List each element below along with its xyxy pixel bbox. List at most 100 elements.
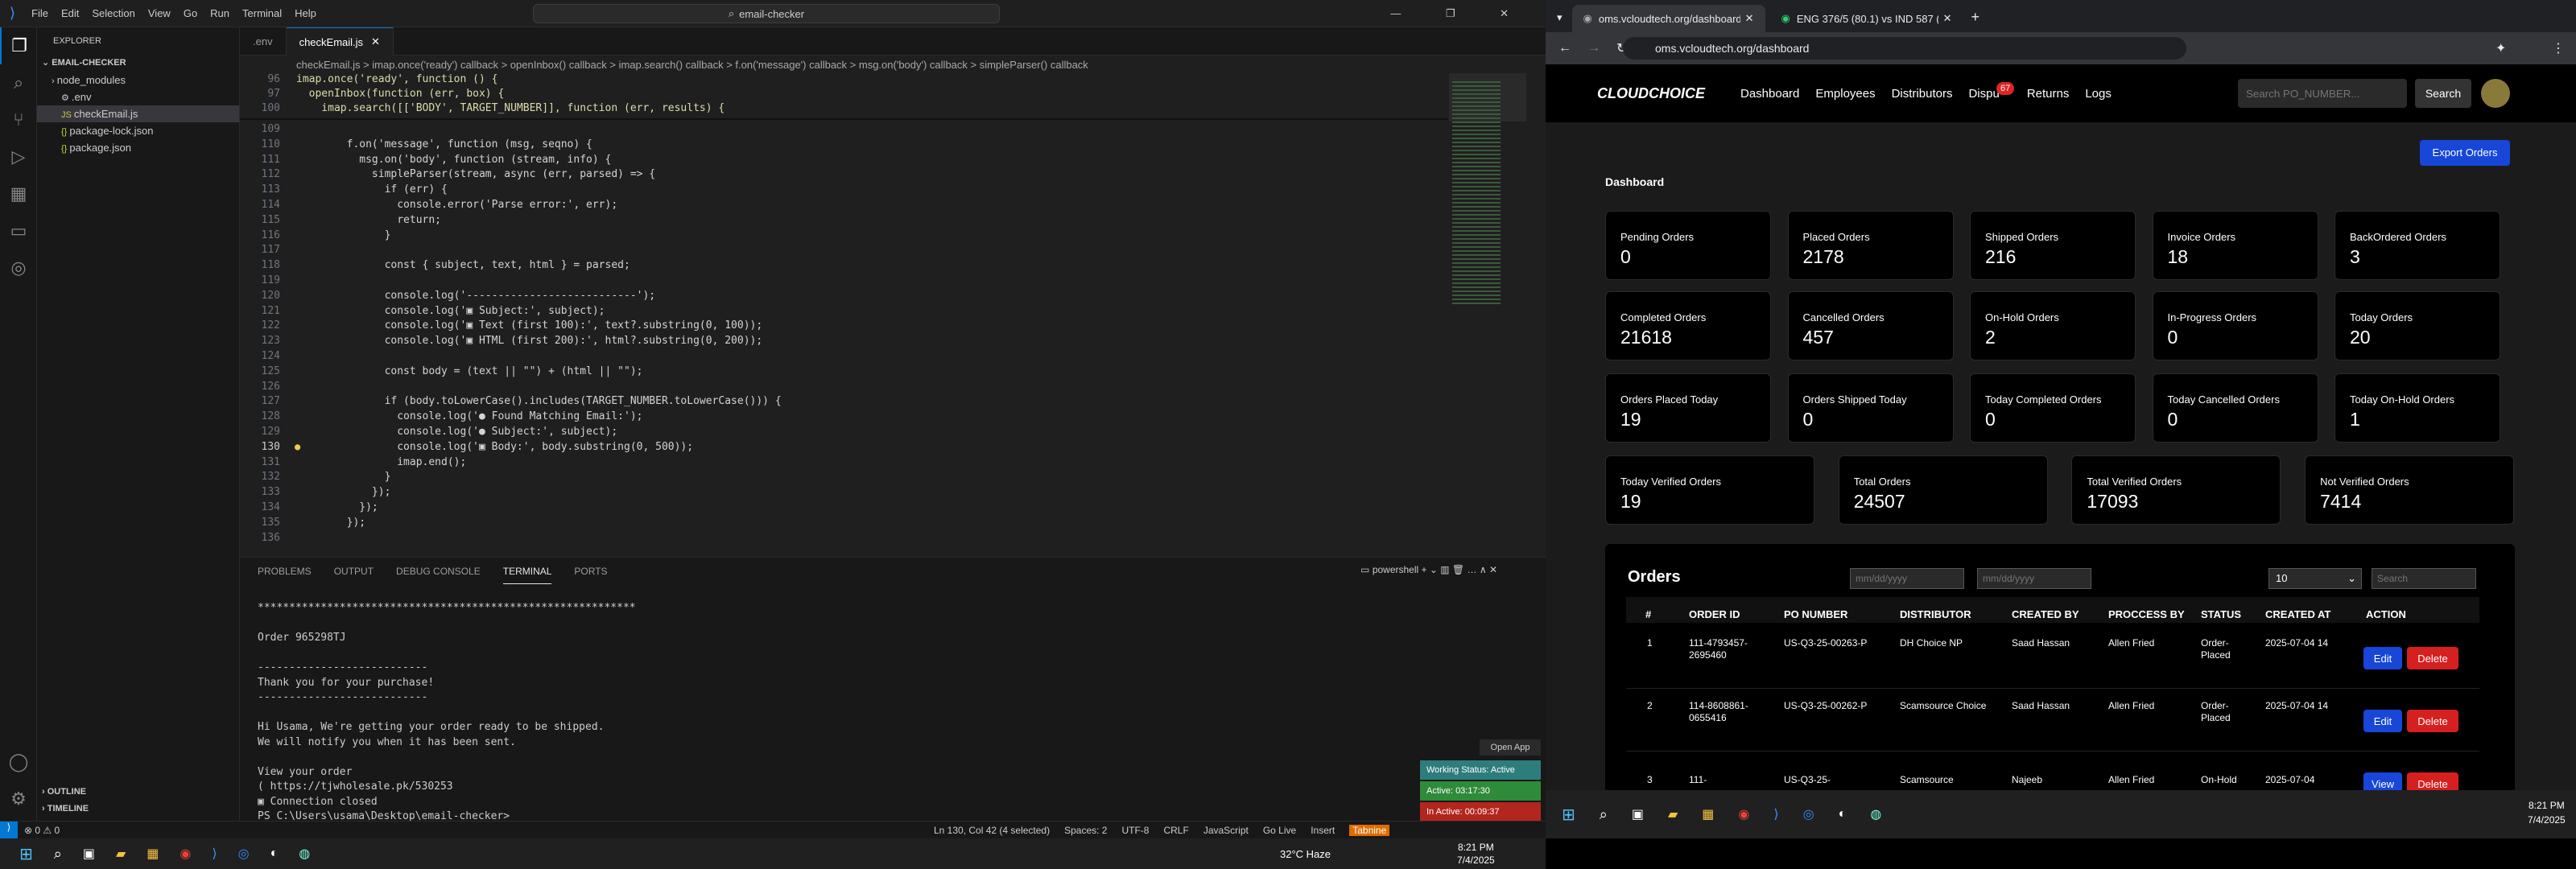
user-avatar[interactable] bbox=[2481, 79, 2510, 108]
lightbulb-icon[interactable]: ● bbox=[295, 441, 300, 452]
status-item[interactable]: Go Live bbox=[1263, 825, 1296, 836]
windows-start-icon[interactable]: ⊞ bbox=[19, 844, 33, 864]
problems-count[interactable]: ⊗ 0 ⚠ 0 bbox=[24, 825, 60, 836]
menu-run[interactable]: Run bbox=[210, 7, 229, 19]
clock-2[interactable]: 8:21 PM 7/4/2025 bbox=[2528, 798, 2566, 827]
task-view-icon[interactable]: ▣ bbox=[83, 846, 95, 862]
tab-search-icon[interactable]: ▾ bbox=[1557, 11, 1563, 24]
page-size-select[interactable]: 10 ⌄ bbox=[2268, 568, 2362, 589]
menu-selection[interactable]: Selection bbox=[92, 7, 134, 19]
taskbar-search-icon[interactable]: ⌕ bbox=[1600, 806, 1608, 823]
back-icon[interactable]: ← bbox=[1558, 41, 1571, 56]
menu-edit[interactable]: Edit bbox=[61, 7, 79, 19]
clock[interactable]: 8:21 PM 7/4/2025 bbox=[1457, 841, 1495, 867]
command-center[interactable]: ⌕ email-checker bbox=[533, 4, 1000, 23]
panel-tab-output[interactable]: OUTPUT bbox=[334, 559, 374, 583]
nav-dispu[interactable]: Dispu bbox=[1968, 87, 1999, 101]
breadcrumb[interactable]: checkEmail.js > imap.once('ready') callb… bbox=[240, 56, 1546, 73]
status-item[interactable]: Ln 130, Col 42 (4 selected) bbox=[934, 825, 1050, 836]
search-icon[interactable]: ⌕ bbox=[0, 64, 37, 101]
new-tab-icon[interactable]: + bbox=[1971, 9, 1980, 26]
menu-view[interactable]: View bbox=[148, 7, 171, 19]
panel-tab-debug-console[interactable]: DEBUG CONSOLE bbox=[396, 559, 481, 583]
extensions-icon[interactable]: ▦ bbox=[0, 175, 37, 212]
run-debug-icon[interactable]: ▷ bbox=[0, 138, 37, 175]
close-icon[interactable]: ✕ bbox=[1943, 12, 1952, 25]
copilot-icon[interactable]: ◎ bbox=[0, 249, 37, 286]
weather[interactable]: 32°C Haze bbox=[1280, 848, 1331, 860]
file-item[interactable]: › node_modules bbox=[37, 72, 239, 89]
settings-gear-icon[interactable]: ⚙ bbox=[0, 780, 37, 818]
menu-file[interactable]: File bbox=[31, 7, 48, 19]
status-item[interactable]: CRLF bbox=[1163, 825, 1188, 836]
browser-tab[interactable]: ◉ oms.vcloudtech.org/dashboard ✕ bbox=[1571, 5, 1765, 32]
outline-section[interactable]: › OUTLINE bbox=[42, 784, 86, 801]
remote-indicator-icon[interactable]: ⟩ bbox=[0, 821, 18, 839]
windows-start-icon[interactable]: ⊞ bbox=[1562, 805, 1575, 825]
vscode-taskbar-icon[interactable]: ⟩ bbox=[1773, 806, 1778, 822]
extensions-puzzle-icon[interactable]: ✦ bbox=[2496, 40, 2506, 56]
panel-tab-problems[interactable]: PROBLEMS bbox=[258, 559, 312, 583]
row-delete-button[interactable]: Delete bbox=[2407, 710, 2458, 732]
row-edit-button[interactable]: Edit bbox=[2363, 647, 2402, 669]
status-item[interactable]: Spaces: 2 bbox=[1064, 825, 1107, 836]
nav-employees[interactable]: Employees bbox=[1815, 87, 1875, 101]
panel-tab-terminal[interactable]: TERMINAL bbox=[502, 559, 552, 584]
window-controls[interactable]: — ❐ ✕ bbox=[1390, 7, 1530, 20]
forward-icon[interactable]: → bbox=[1587, 41, 1600, 56]
file-item[interactable]: {} package.json bbox=[37, 139, 239, 156]
file-item[interactable]: ⚙ .env bbox=[37, 89, 239, 105]
vscode-taskbar-icon[interactable]: ⟩ bbox=[212, 846, 217, 862]
nav-logs[interactable]: Logs bbox=[2085, 87, 2112, 101]
chrome-icon[interactable]: ◉ bbox=[1738, 806, 1749, 822]
row-edit-button[interactable]: Edit bbox=[2363, 710, 2402, 732]
project-folder[interactable]: ⌄ EMAIL-CHECKER bbox=[37, 55, 239, 72]
open-app-button[interactable]: Open App bbox=[1480, 739, 1541, 756]
row-delete-button[interactable]: Delete bbox=[2407, 647, 2458, 669]
browser-tab[interactable]: ◉ ENG 376/5 (80.1) vs IND 587 (... ✕ bbox=[1770, 5, 1963, 32]
close-icon[interactable]: ✕ bbox=[1745, 12, 1754, 25]
url-bar[interactable]: oms.vcloudtech.org/dashboard bbox=[1623, 37, 2186, 60]
zoom-icon[interactable]: ◎ bbox=[238, 846, 250, 862]
source-control-icon[interactable]: ⑂ bbox=[0, 101, 37, 138]
file-explorer-icon[interactable]: ▰ bbox=[116, 846, 126, 862]
terminal-shell[interactable]: ▭ powershell + ⌄ ▥ 🗑 … ∧ ✕ bbox=[1360, 564, 1497, 575]
timeline-section[interactable]: › TIMELINE bbox=[42, 801, 89, 818]
app2-icon[interactable]: ◍ bbox=[299, 846, 310, 862]
browser-menu-icon[interactable]: ⋮ bbox=[2552, 40, 2565, 56]
nav-distributors[interactable]: Distributors bbox=[1892, 87, 1953, 101]
status-item[interactable]: Tabnine bbox=[1349, 824, 1390, 836]
app2-icon[interactable]: ◍ bbox=[1870, 806, 1881, 822]
po-search-input[interactable] bbox=[2238, 79, 2407, 108]
app-icon[interactable]: ◐ bbox=[1839, 807, 1847, 822]
store-icon[interactable]: ▦ bbox=[1702, 806, 1714, 822]
app-icon[interactable]: ◐ bbox=[270, 846, 279, 861]
minimap[interactable] bbox=[1447, 73, 1528, 556]
terminal-output[interactable]: ****************************************… bbox=[258, 601, 636, 825]
menu-terminal[interactable]: Terminal bbox=[242, 7, 282, 19]
remote-icon[interactable]: ▭ bbox=[0, 212, 37, 249]
account-icon[interactable]: ◯ bbox=[0, 743, 37, 780]
table-search-input[interactable] bbox=[2372, 568, 2476, 589]
brand-logo[interactable]: CLOUDCHOICE bbox=[1597, 85, 1726, 102]
editor-tab[interactable]: .env bbox=[240, 27, 287, 56]
menu-go[interactable]: Go bbox=[184, 7, 197, 19]
nav-dashboard[interactable]: Dashboard bbox=[1740, 87, 1799, 101]
panel-tab-ports[interactable]: PORTS bbox=[574, 559, 607, 583]
date-from-input[interactable] bbox=[1850, 568, 1964, 589]
code-editor[interactable]: 96 imap.once('ready', function () {97 ope… bbox=[240, 73, 1447, 556]
explorer-icon[interactable]: ❐ bbox=[0, 27, 37, 64]
notification-badge[interactable]: 67 bbox=[1996, 82, 2015, 95]
status-item[interactable]: Insert bbox=[1311, 825, 1335, 836]
file-explorer-icon[interactable]: ▰ bbox=[1668, 806, 1678, 822]
store-icon[interactable]: ▦ bbox=[147, 846, 159, 862]
search-button[interactable]: Search bbox=[2415, 79, 2471, 108]
close-icon[interactable]: ✕ bbox=[371, 35, 380, 48]
status-item[interactable]: UTF-8 bbox=[1121, 825, 1149, 836]
editor-tab[interactable]: checkEmail.js ✕ bbox=[286, 27, 394, 56]
task-view-icon[interactable]: ▣ bbox=[1632, 806, 1644, 822]
export-orders-button[interactable]: Export Orders bbox=[2420, 140, 2510, 166]
menu-help[interactable]: Help bbox=[295, 7, 316, 19]
status-item[interactable]: JavaScript bbox=[1203, 825, 1249, 836]
nav-returns[interactable]: Returns bbox=[2027, 87, 2070, 101]
